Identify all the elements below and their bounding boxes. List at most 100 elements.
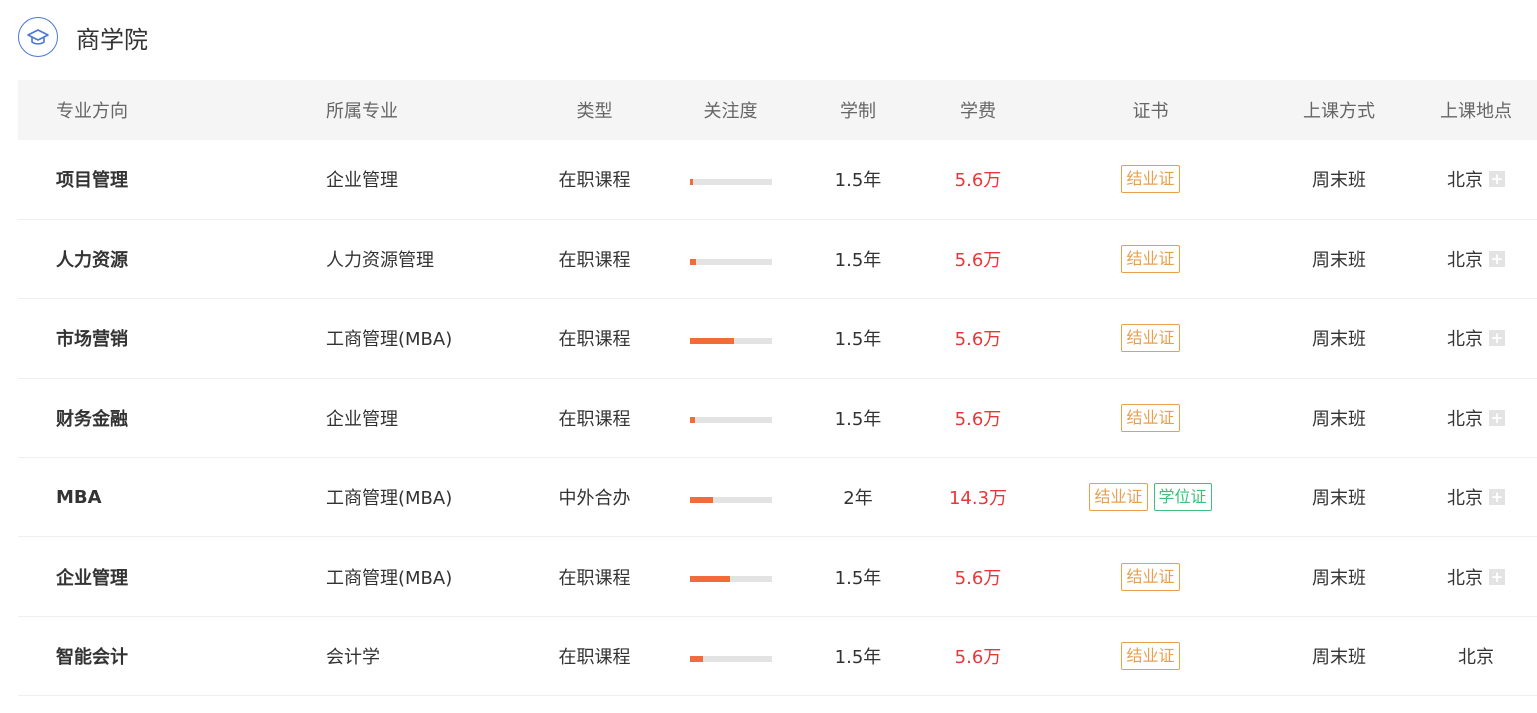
certificate-badge: 结业证 [1121,165,1180,194]
type-cell: 在职课程 [558,250,631,272]
attention-bar-fill [689,496,714,503]
certificate-badge: 结业证 [1121,403,1180,432]
direction-cell[interactable]: 财务金融 [18,378,316,457]
attention-cell [663,537,798,616]
expand-plus-icon[interactable]: + [1489,330,1505,347]
duration-cell: 1.5年 [834,408,882,430]
fee-cell: 5.6万 [954,567,1002,589]
certificate-badge: 结业证 [1089,483,1148,512]
major-cell: 人力资源管理 [326,250,434,272]
attention-bar [689,496,772,503]
location-text: 北京 [1447,408,1483,430]
page-header: 商学院 [18,14,148,60]
attention-cell [663,378,798,457]
certificate-badge: 结业证 [1121,642,1180,671]
fee-cell: 5.6万 [954,329,1002,351]
type-cell: 在职课程 [558,170,631,192]
type-cell: 在职课程 [558,647,631,669]
direction-cell[interactable]: 人力资源 [18,219,316,298]
direction-cell[interactable]: 市场营销 [18,299,316,378]
major-cell: 工商管理(MBA) [326,488,453,510]
fee-cell: 5.6万 [954,647,1002,669]
table-row[interactable]: 项目管理 企业管理 在职课程 1.5年 5.6万 结业证 周末班 北京 + [18,140,1537,220]
direction-cell[interactable]: 项目管理 [18,140,316,219]
type-cell: 在职课程 [558,408,631,430]
location-cell: 北京 + [1415,378,1537,457]
major-cell: 企业管理 [326,408,398,430]
attention-bar [689,178,772,185]
expand-plus-icon[interactable]: + [1489,568,1505,585]
col-header-duration: 学制 [840,101,876,122]
attention-bar-fill [689,655,703,662]
duration-cell: 1.5年 [834,250,882,272]
mode-cell: 周末班 [1312,488,1366,510]
fee-cell: 5.6万 [954,250,1002,272]
col-header-attention: 关注度 [703,101,758,122]
graduation-cap-icon [18,17,58,57]
table-row[interactable]: 企业管理 工商管理(MBA) 在职课程 1.5年 5.6万 结业证 周末班 北京… [18,537,1537,617]
attention-bar-fill [689,576,730,583]
col-header-direction: 专业方向 [56,101,128,122]
duration-cell: 1.5年 [834,170,882,192]
duration-cell: 1.5年 [834,647,882,669]
certificate-badge: 结业证 [1121,562,1180,591]
attention-bar [689,655,772,662]
direction-cell[interactable]: 智能会计 [18,616,316,695]
table-header-row: 专业方向 所属专业 类型 关注度 学制 学费 证书 上课方式 上课地点 [18,80,1537,140]
type-cell: 在职课程 [558,329,631,351]
location-cell: 北京 + [1415,458,1537,537]
location-cell: 北京 + [1415,537,1537,616]
mode-cell: 周末班 [1312,329,1366,351]
attention-cell [663,140,798,219]
page-title: 商学院 [76,25,148,54]
attention-bar-fill [689,337,734,344]
location-cell: 北京 [1415,616,1537,695]
location-text: 北京 [1447,170,1483,192]
col-header-fee: 学费 [960,101,996,122]
mode-cell: 周末班 [1312,408,1366,430]
certificate-cell: 结业证 [1038,219,1263,298]
direction-cell[interactable]: MBA [18,458,316,537]
attention-bar [689,337,772,344]
course-table: 专业方向 所属专业 类型 关注度 学制 学费 证书 上课方式 上课地点 项目管理… [18,80,1537,696]
location-cell: 北京 + [1415,140,1537,219]
attention-bar-fill [689,417,696,424]
mode-cell: 周末班 [1312,567,1366,589]
duration-cell: 2年 [843,488,873,510]
table-row[interactable]: MBA 工商管理(MBA) 中外合办 2年 14.3万 结业证 学位证 周末班 北… [18,458,1537,537]
certificate-cell: 结业证 [1038,299,1263,378]
location-text: 北京 [1458,647,1494,669]
attention-bar [689,258,772,265]
attention-bar-fill [689,178,693,185]
mode-cell: 周末班 [1312,250,1366,272]
certificate-badge: 学位证 [1153,483,1212,512]
location-text: 北京 [1447,488,1483,510]
attention-cell [663,616,798,695]
type-cell: 中外合办 [558,488,631,510]
table-row[interactable]: 财务金融 企业管理 在职课程 1.5年 5.6万 结业证 周末班 北京 + [18,378,1537,458]
expand-plus-icon[interactable]: + [1489,489,1505,506]
table-row[interactable]: 智能会计 会计学 在职课程 1.5年 5.6万 结业证 周末班 北京 [18,616,1537,696]
col-header-major: 所属专业 [326,101,398,122]
expand-plus-icon[interactable]: + [1489,409,1505,426]
certificate-badge: 结业证 [1121,245,1180,274]
certificate-cell: 结业证 [1038,616,1263,695]
major-cell: 会计学 [326,647,380,669]
location-text: 北京 [1447,329,1483,351]
expand-plus-icon[interactable]: + [1489,171,1505,188]
col-header-certificate: 证书 [1132,101,1169,122]
certificate-cell: 结业证 [1038,378,1263,457]
fee-cell: 14.3万 [948,488,1008,510]
table-row[interactable]: 人力资源 人力资源管理 在职课程 1.5年 5.6万 结业证 周末班 北京 + [18,219,1537,299]
location-text: 北京 [1447,250,1483,272]
table-row[interactable]: 市场营销 工商管理(MBA) 在职课程 1.5年 5.6万 结业证 周末班 北京… [18,299,1537,379]
expand-plus-icon[interactable]: + [1489,251,1505,268]
attention-bar-fill [689,258,697,265]
major-cell: 企业管理 [326,170,398,192]
direction-cell[interactable]: 企业管理 [18,537,316,616]
col-header-type: 类型 [576,101,613,122]
certificate-cell: 结业证 [1038,537,1263,616]
duration-cell: 1.5年 [834,329,882,351]
location-text: 北京 [1447,567,1483,589]
type-cell: 在职课程 [558,567,631,589]
